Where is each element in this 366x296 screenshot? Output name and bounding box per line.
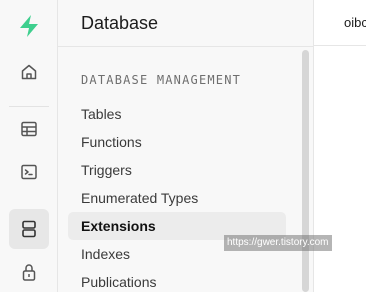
menu-scrollbar[interactable] [301,50,309,292]
main-header: oibc [314,0,366,46]
table-editor-icon[interactable] [9,109,49,149]
menu-item-triggers[interactable]: Triggers [68,156,286,184]
menu-title: Database [58,0,313,47]
icon-rail [0,0,58,292]
supabase-logo-icon[interactable] [9,6,49,46]
home-icon[interactable] [9,52,49,92]
database-icon[interactable] [9,209,49,249]
section-title: DATABASE MANAGEMENT [81,73,242,87]
menu-item-tables[interactable]: Tables [68,100,286,128]
sql-editor-icon[interactable] [9,152,49,192]
watermark: https://gwer.tistory.com [224,235,332,251]
menu-scrollbar-thumb[interactable] [302,50,309,292]
menu-item-enumerated-types[interactable]: Enumerated Types [68,184,286,212]
menu-item-functions[interactable]: Functions [68,128,286,156]
rail-divider [9,106,49,107]
project-name: oibc [344,15,366,30]
auth-lock-icon[interactable] [9,252,49,292]
